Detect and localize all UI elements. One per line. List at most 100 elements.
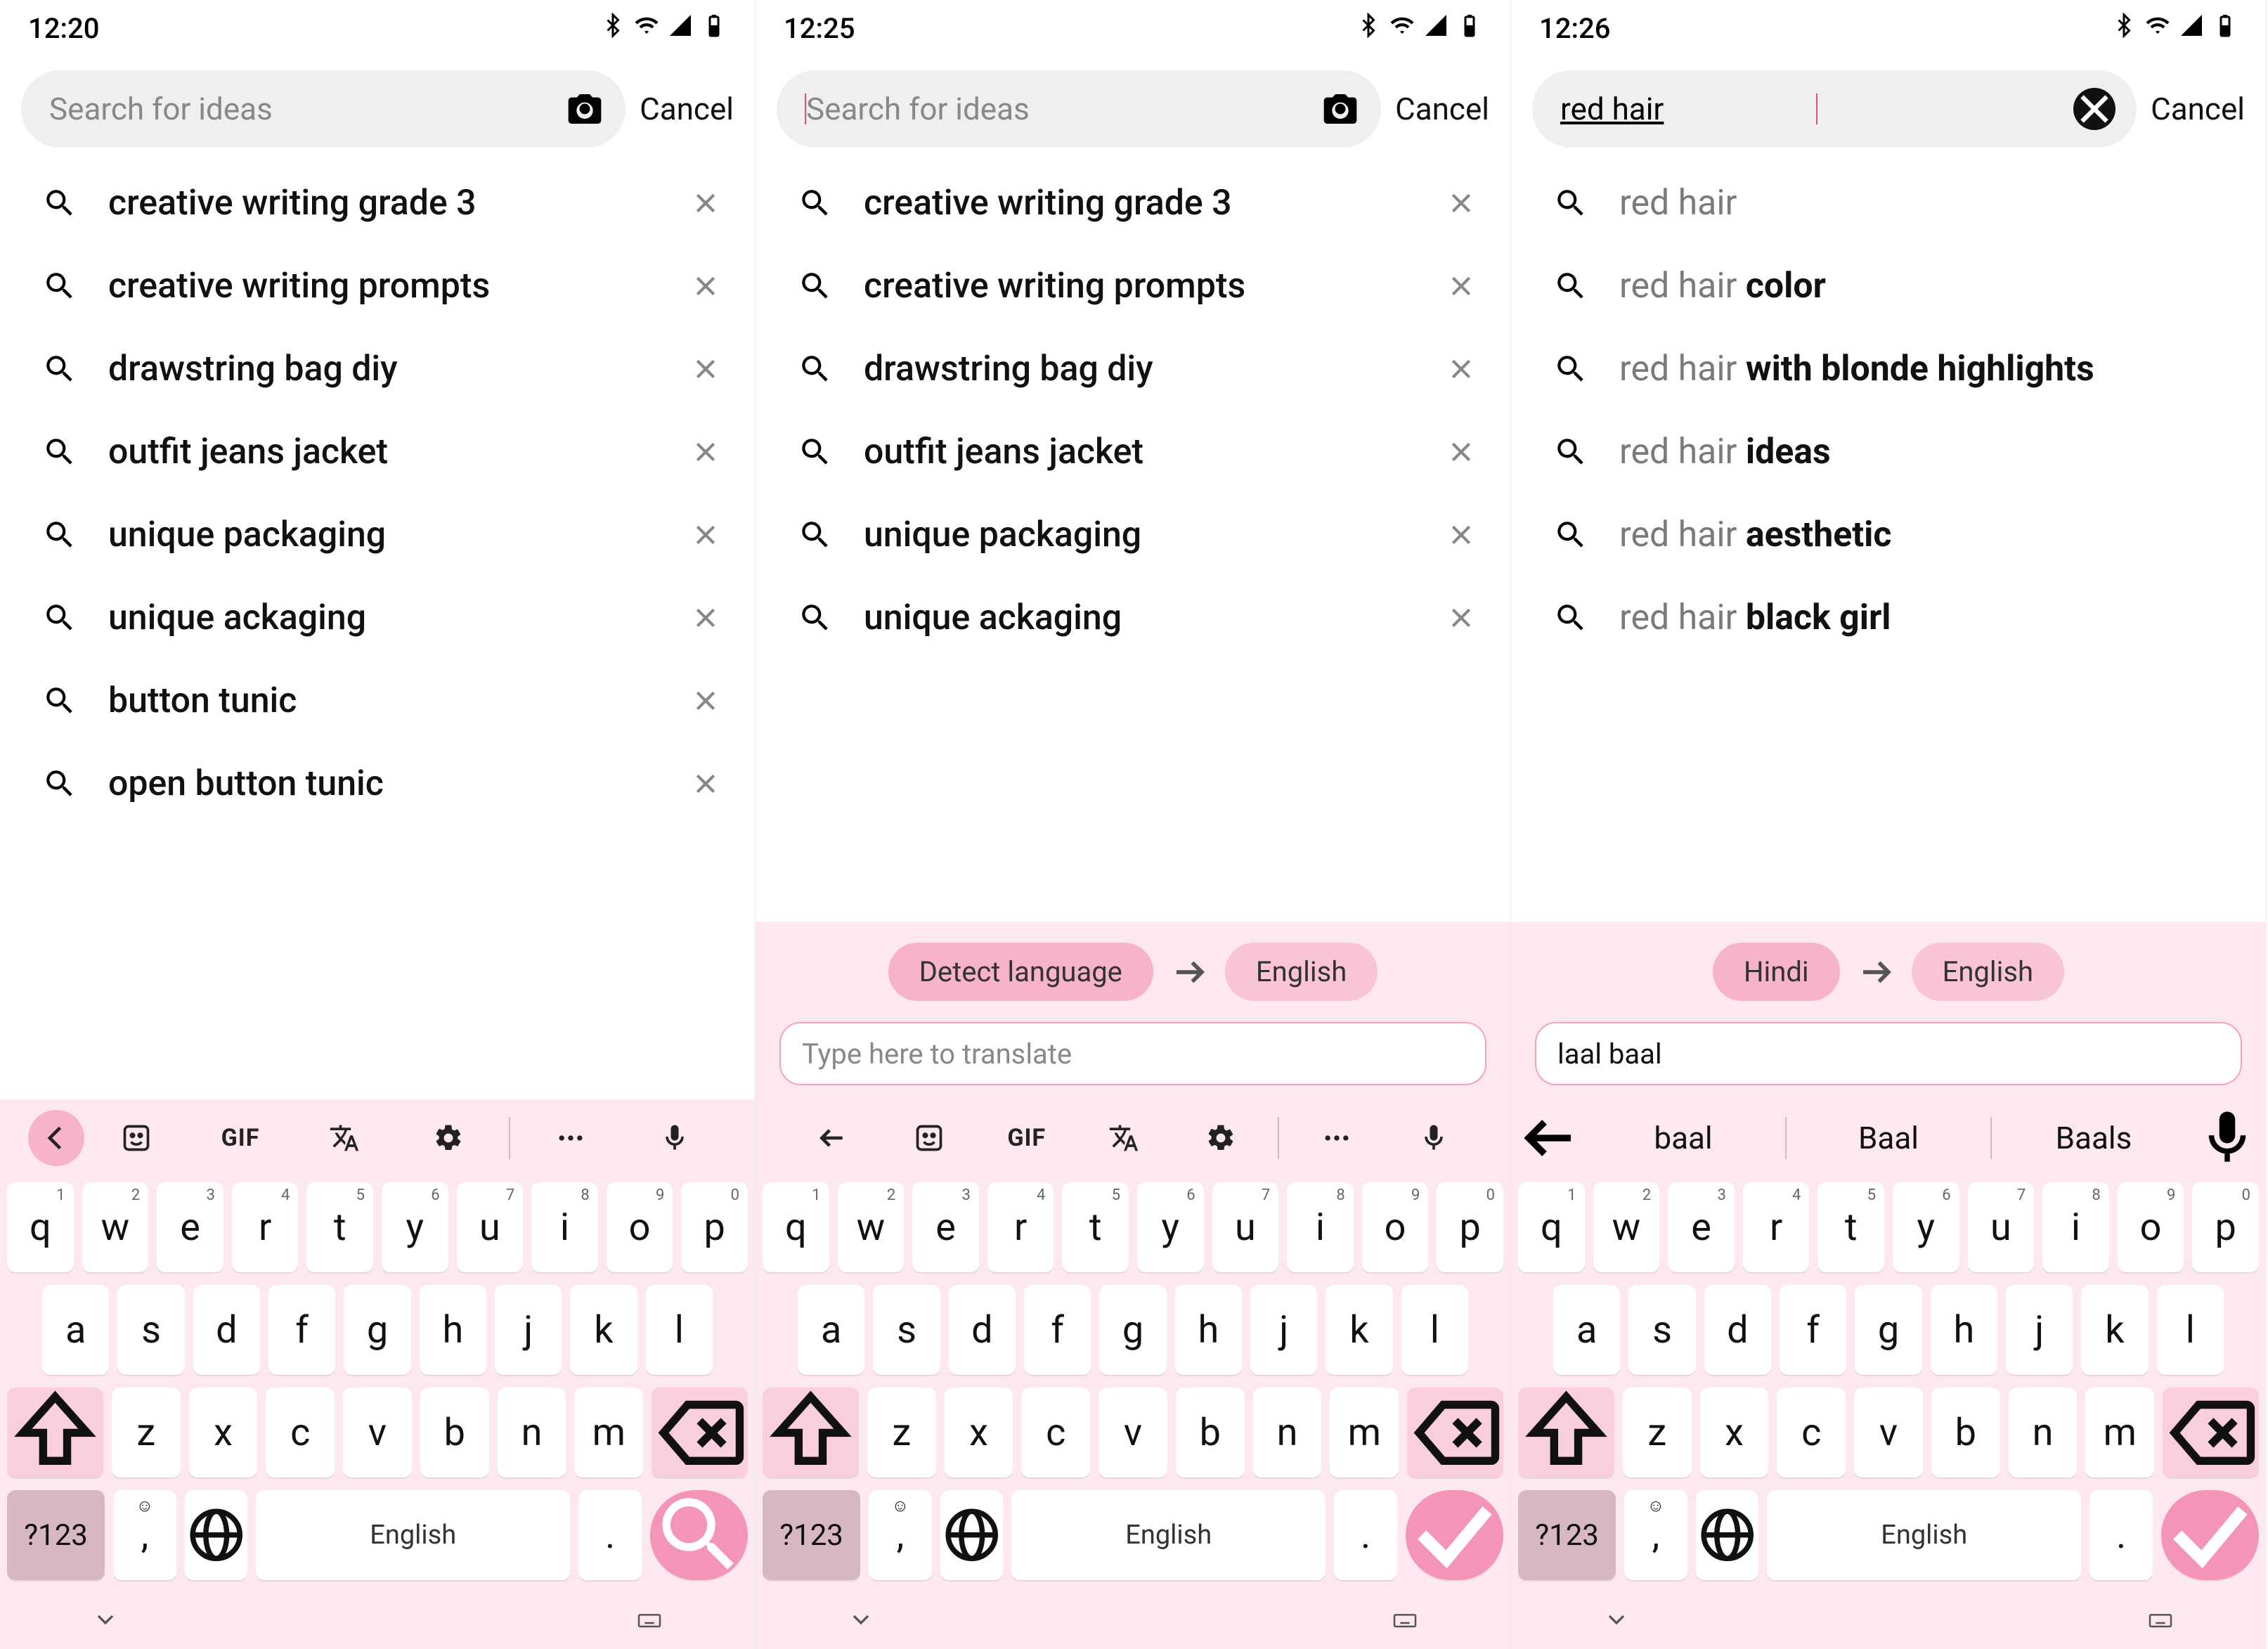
key-globe[interactable] [940, 1490, 1003, 1580]
key-backspace[interactable] [652, 1388, 748, 1477]
prediction-back-button[interactable] [1518, 1106, 1581, 1170]
key-comma[interactable]: ☺, [1624, 1490, 1687, 1580]
translate-input[interactable] [779, 1022, 1486, 1085]
key-y[interactable]: 6y [1893, 1182, 1959, 1272]
key-g[interactable]: g [1099, 1285, 1166, 1375]
key-c[interactable]: c [1777, 1388, 1846, 1477]
remove-suggestion-button[interactable] [692, 604, 720, 632]
keyboard-switcher-icon[interactable] [635, 1605, 663, 1636]
key-shift[interactable] [1518, 1388, 1614, 1477]
keyboard[interactable]: 1q2w3e4r5t6y7u8i9o0pasdfghjklzxcvbnm?123… [0, 1177, 755, 1600]
key-globe[interactable] [1696, 1490, 1758, 1580]
key-h[interactable]: h [420, 1285, 486, 1375]
key-h[interactable]: h [1175, 1285, 1242, 1375]
key-j[interactable]: j [2006, 1285, 2073, 1375]
remove-suggestion-button[interactable] [692, 272, 720, 300]
key-comma[interactable]: ☺, [113, 1490, 176, 1580]
key-period[interactable]: . [578, 1490, 641, 1580]
key-period[interactable]: . [2089, 1490, 2152, 1580]
suggestion-item[interactable]: unique packaging [756, 493, 1510, 576]
key-numeric[interactable]: ?123 [1518, 1490, 1616, 1580]
sticker-icon[interactable] [881, 1123, 978, 1153]
key-d[interactable]: d [1704, 1285, 1771, 1375]
key-backspace[interactable] [1407, 1388, 1503, 1477]
key-r[interactable]: 4r [987, 1182, 1054, 1272]
remove-suggestion-button[interactable] [1447, 604, 1475, 632]
key-d[interactable]: d [193, 1285, 260, 1375]
key-shift[interactable] [7, 1388, 103, 1477]
key-space[interactable]: English [256, 1490, 570, 1580]
key-o[interactable]: 9o [607, 1182, 673, 1272]
remove-suggestion-button[interactable] [692, 355, 720, 383]
key-f[interactable]: f [1780, 1285, 1846, 1375]
key-v[interactable]: v [343, 1388, 412, 1477]
key-p[interactable]: 0p [681, 1182, 748, 1272]
key-a[interactable]: a [1553, 1285, 1620, 1375]
keyboard[interactable]: 1q2w3e4r5t6y7u8i9o0pasdfghjklzxcvbnm?123… [756, 1177, 1510, 1600]
suggestion-item[interactable]: red hair black girl [1511, 576, 2266, 659]
suggestion-item[interactable]: red hair [1511, 162, 2266, 245]
key-n[interactable]: n [1253, 1388, 1322, 1477]
translate-to-chip[interactable]: English [1912, 943, 2064, 1001]
key-t[interactable]: 5t [1062, 1182, 1129, 1272]
more-icon[interactable] [1288, 1123, 1385, 1153]
key-o[interactable]: 9o [2118, 1182, 2184, 1272]
remove-suggestion-button[interactable] [692, 770, 720, 798]
key-u[interactable]: 7u [1212, 1182, 1279, 1272]
key-period[interactable]: . [1334, 1490, 1397, 1580]
key-t[interactable]: 5t [306, 1182, 373, 1272]
key-z[interactable]: z [867, 1388, 936, 1477]
remove-suggestion-button[interactable] [1447, 272, 1475, 300]
key-a[interactable]: a [798, 1285, 864, 1375]
key-r[interactable]: 4r [232, 1182, 299, 1272]
suggestion-item[interactable]: unique ackaging [0, 576, 755, 659]
key-m[interactable]: m [2085, 1388, 2154, 1477]
key-numeric[interactable]: ?123 [763, 1490, 860, 1580]
suggestion-item[interactable]: creative writing prompts [756, 245, 1510, 328]
key-g[interactable]: g [1855, 1285, 1922, 1375]
key-i[interactable]: 8i [2042, 1182, 2109, 1272]
cancel-button[interactable]: Cancel [2151, 91, 2245, 127]
suggestion-item[interactable]: red hair color [1511, 245, 2266, 328]
search-input[interactable]: red hair [1560, 91, 1816, 127]
key-y[interactable]: 6y [382, 1182, 448, 1272]
key-space[interactable]: English [1767, 1490, 2081, 1580]
camera-icon[interactable] [565, 89, 604, 129]
collapse-keyboard-icon[interactable] [1602, 1605, 1631, 1636]
mic-icon[interactable] [1385, 1123, 1482, 1153]
suggestion-item[interactable]: creative writing prompts [0, 245, 755, 328]
key-k[interactable]: k [1326, 1285, 1392, 1375]
gif-button[interactable]: GIF [978, 1124, 1075, 1152]
remove-suggestion-button[interactable] [692, 438, 720, 466]
key-s[interactable]: s [117, 1285, 184, 1375]
keyboard[interactable]: 1q2w3e4r5t6y7u8i9o0pasdfghjklzxcvbnm?123… [1511, 1177, 2266, 1600]
key-k[interactable]: k [570, 1285, 637, 1375]
suggestion-item[interactable]: drawstring bag diy [756, 328, 1510, 410]
key-b[interactable]: b [1931, 1388, 2000, 1477]
key-m[interactable]: m [574, 1388, 643, 1477]
translate-from-chip[interactable]: Detect language [888, 943, 1153, 1001]
remove-suggestion-button[interactable] [1447, 438, 1475, 466]
key-v[interactable]: v [1099, 1388, 1167, 1477]
key-comma[interactable]: ☺, [869, 1490, 931, 1580]
key-f[interactable]: f [1024, 1285, 1091, 1375]
key-s[interactable]: s [1628, 1285, 1695, 1375]
keyboard-switcher-icon[interactable] [1391, 1605, 1419, 1636]
settings-icon[interactable] [1172, 1123, 1269, 1153]
key-i[interactable]: 8i [531, 1182, 598, 1272]
key-x[interactable]: x [189, 1388, 258, 1477]
remove-suggestion-button[interactable] [1447, 355, 1475, 383]
key-l[interactable]: l [1401, 1285, 1468, 1375]
search-box[interactable]: Search for ideas [777, 70, 1381, 148]
key-k[interactable]: k [2081, 1285, 2148, 1375]
key-g[interactable]: g [344, 1285, 410, 1375]
prediction-word[interactable]: Baals [1992, 1120, 2196, 1156]
key-e[interactable]: 3e [912, 1182, 979, 1272]
key-n[interactable]: n [2009, 1388, 2078, 1477]
more-icon[interactable] [519, 1123, 623, 1153]
key-numeric[interactable]: ?123 [7, 1490, 105, 1580]
key-q[interactable]: 1q [763, 1182, 829, 1272]
key-z[interactable]: z [1623, 1388, 1692, 1477]
remove-suggestion-button[interactable] [1447, 189, 1475, 217]
suggestion-item[interactable]: outfit jeans jacket [756, 410, 1510, 493]
